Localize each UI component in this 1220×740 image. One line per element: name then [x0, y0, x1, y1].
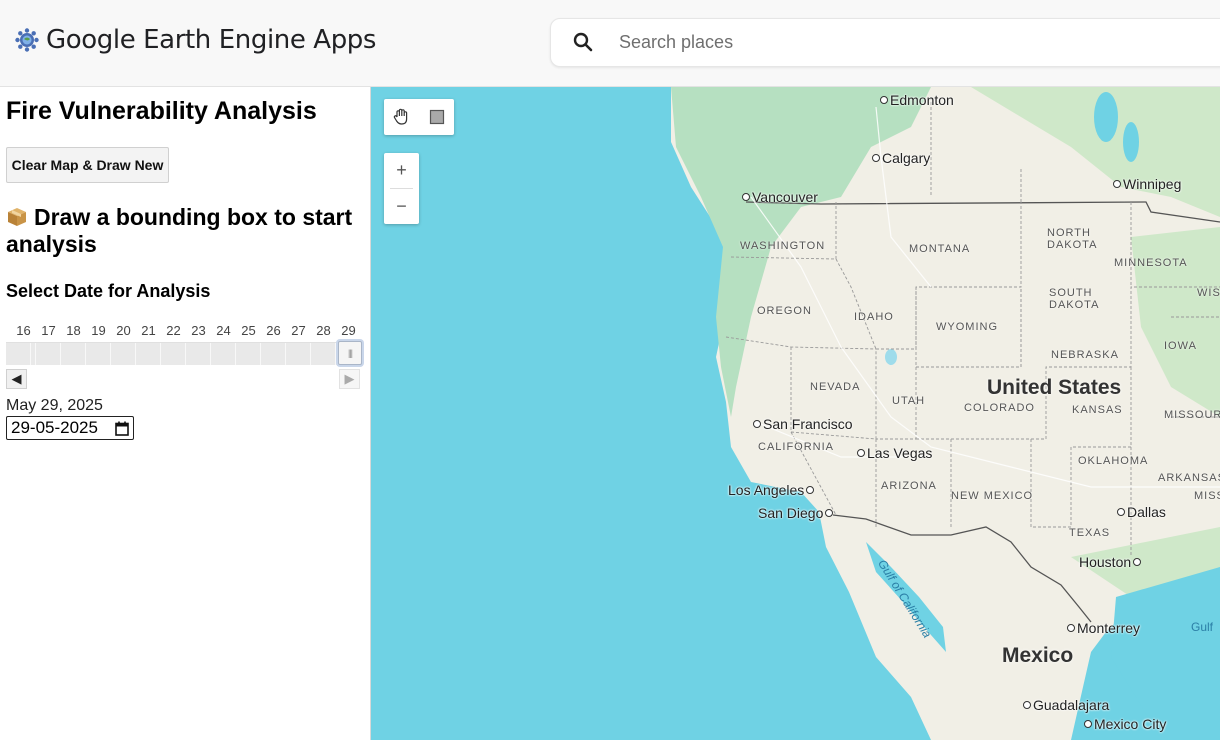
- next-date-button[interactable]: ▶: [339, 369, 360, 389]
- slider-segment[interactable]: [161, 343, 186, 365]
- slider-segment[interactable]: [11, 343, 36, 365]
- slider-segment[interactable]: [86, 343, 111, 365]
- region-label: WYOMING: [936, 321, 998, 333]
- city-label[interactable]: Winnipeg: [1111, 176, 1181, 192]
- slider-tick: 21: [141, 323, 156, 338]
- region-label: MISSI: [1194, 490, 1220, 502]
- package-icon: [6, 206, 28, 228]
- region-label: KANSAS: [1072, 404, 1123, 416]
- slider-segment[interactable]: [186, 343, 211, 365]
- draw-hint: Draw a bounding box to start analysis: [6, 204, 356, 258]
- region-label: MINNESOTA: [1114, 257, 1188, 269]
- map-view[interactable]: Edmonton Calgary Vancouver Winnipeg San …: [371, 87, 1220, 740]
- region-label: ARKANSAS: [1158, 472, 1220, 484]
- city-label[interactable]: Dallas: [1115, 504, 1166, 520]
- city-label[interactable]: Calgary: [870, 150, 930, 166]
- draw-hint-text: Draw a bounding box to start analysis: [6, 204, 353, 257]
- city-label[interactable]: Monterrey: [1065, 620, 1140, 636]
- city-label[interactable]: Las Vegas: [855, 445, 932, 461]
- slider-segment[interactable]: [286, 343, 311, 365]
- date-slider[interactable]: |||: [6, 341, 362, 365]
- slider-segment[interactable]: [211, 343, 236, 365]
- region-label: UTAH: [892, 395, 926, 407]
- city-label[interactable]: San Francisco: [751, 416, 852, 432]
- region-label: NEW MEXICO: [951, 490, 1034, 502]
- slider-tick: 18: [66, 323, 81, 338]
- region-label: IOWA: [1164, 340, 1197, 352]
- slider-segment[interactable]: [311, 343, 336, 365]
- region-label: CALIFORNIA: [758, 441, 835, 453]
- region-label: MONTANA: [909, 243, 971, 255]
- region-label: OREGON: [757, 305, 812, 317]
- region-label: IDAHO: [854, 311, 894, 323]
- slider-tick-labels: 16 17 18 19 20 21 22 23 24 25 26 27 28 2…: [6, 323, 361, 339]
- slider-handle[interactable]: |||: [338, 341, 362, 365]
- region-label: WASHINGTON: [740, 240, 826, 252]
- lake: [885, 349, 897, 365]
- region-label: COLORADO: [964, 402, 1035, 414]
- hand-pan-icon[interactable]: [384, 99, 419, 135]
- lake: [1094, 92, 1118, 142]
- slider-tick: 17: [41, 323, 56, 338]
- search-box[interactable]: [550, 18, 1220, 67]
- zoom-in-button[interactable]: +: [384, 153, 419, 188]
- brand[interactable]: Google Earth Engine Apps: [14, 22, 376, 58]
- region-label: WISC: [1197, 287, 1220, 299]
- side-panel: Fire Vulnerability Analysis Clear Map & …: [0, 87, 371, 740]
- slider-segment[interactable]: [261, 343, 286, 365]
- drawing-tools: [384, 99, 454, 135]
- country-label: Mexico: [1002, 644, 1074, 667]
- slider-segment[interactable]: [36, 343, 61, 365]
- zoom-controls: + −: [384, 153, 419, 224]
- clear-map-button[interactable]: Clear Map & Draw New: [6, 147, 169, 183]
- region-label: OKLAHOMA: [1078, 455, 1149, 467]
- slider-tick: 22: [166, 323, 181, 338]
- city-label[interactable]: San Diego: [758, 505, 835, 521]
- country-label: United States: [987, 376, 1122, 399]
- app-title: Google Earth Engine Apps: [46, 25, 377, 55]
- slider-tick: 29: [341, 323, 356, 338]
- slider-segment[interactable]: [136, 343, 161, 365]
- app-header: Google Earth Engine Apps: [0, 0, 1220, 87]
- city-label[interactable]: Edmonton: [878, 92, 954, 108]
- slider-tick: 19: [91, 323, 106, 338]
- city-label[interactable]: Vancouver: [740, 189, 818, 205]
- city-label[interactable]: Mexico City: [1082, 716, 1166, 732]
- city-label[interactable]: Houston: [1079, 554, 1143, 570]
- region-label: MISSOURI: [1164, 409, 1220, 421]
- region-label: ARIZONA: [881, 480, 937, 492]
- region-label: TEXAS: [1069, 527, 1111, 539]
- region-label: SOUTH DAKOTA: [1049, 287, 1100, 311]
- slider-tick: 23: [191, 323, 206, 338]
- slider-segment[interactable]: [236, 343, 261, 365]
- region-label: NORTH DAKOTA: [1047, 227, 1098, 251]
- calendar-icon[interactable]: [115, 421, 129, 436]
- date-input[interactable]: 29-05-2025: [6, 416, 134, 440]
- city-label[interactable]: Guadalajara: [1021, 697, 1109, 713]
- slider-tick: 26: [266, 323, 281, 338]
- city-label[interactable]: Los Angeles: [728, 482, 816, 498]
- search-input[interactable]: [619, 29, 1209, 55]
- slider-tick: 16: [16, 323, 31, 338]
- region-label: NEVADA: [810, 381, 861, 393]
- previous-date-button[interactable]: ◀: [6, 369, 27, 389]
- draw-rectangle-icon[interactable]: [419, 99, 454, 135]
- slider-tick: 24: [216, 323, 231, 338]
- slider-tick: 28: [316, 323, 331, 338]
- slider-segment[interactable]: [111, 343, 136, 365]
- zoom-out-button[interactable]: −: [384, 189, 419, 224]
- slider-tick: 25: [241, 323, 256, 338]
- search-icon[interactable]: [571, 30, 595, 54]
- region-label: NEBRASKA: [1051, 349, 1119, 361]
- date-heading: Select Date for Analysis: [6, 281, 211, 301]
- panel-title: Fire Vulnerability Analysis: [6, 97, 317, 125]
- date-input-value: 29-05-2025: [11, 418, 98, 437]
- water-label: Gulf: [1191, 620, 1214, 634]
- selected-date-label: May 29, 2025: [6, 397, 103, 414]
- earth-engine-logo-icon: [14, 27, 40, 53]
- slider-tick: 27: [291, 323, 306, 338]
- slider-segment[interactable]: [61, 343, 86, 365]
- lake: [1123, 122, 1139, 162]
- slider-tick: 20: [116, 323, 131, 338]
